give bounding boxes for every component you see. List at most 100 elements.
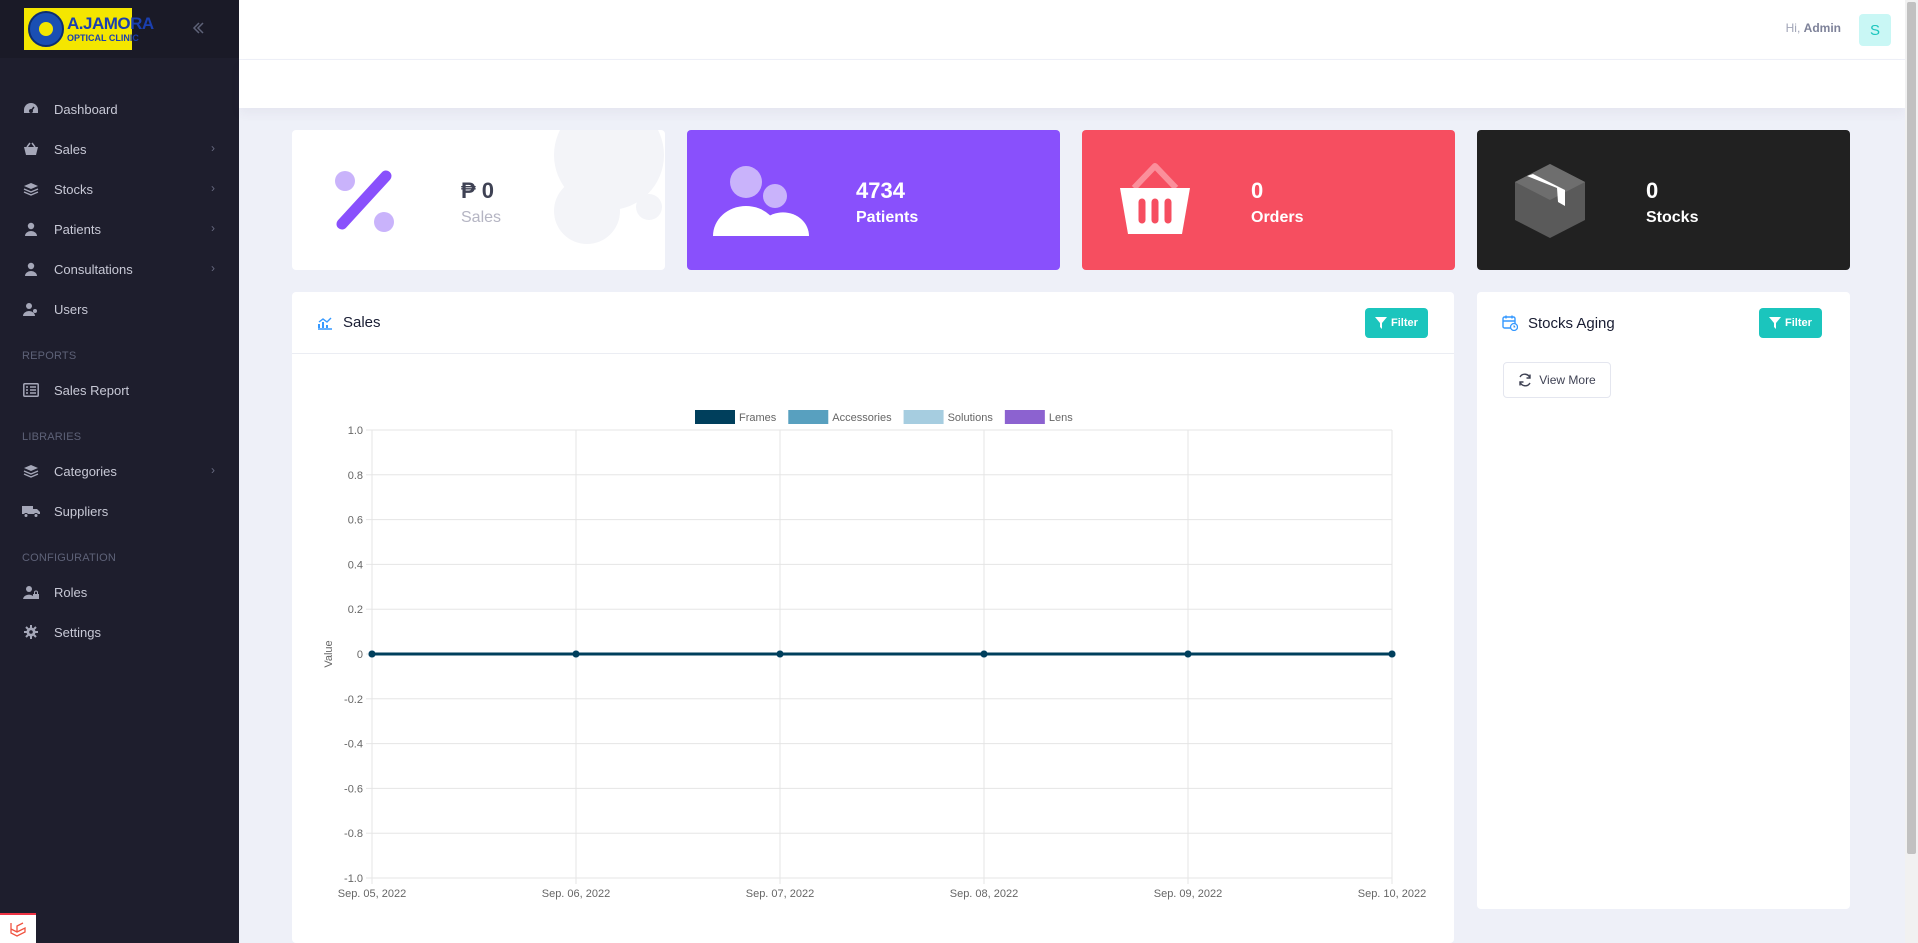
y-tick-label: 0.8 (348, 470, 363, 482)
user-icon (22, 221, 40, 237)
chevron-right-icon: › (211, 261, 215, 275)
legend-label: Frames (739, 412, 777, 424)
percent-icon (335, 170, 394, 232)
truck-icon (22, 503, 40, 519)
sidebar-item-label: Users (54, 301, 88, 317)
box-icon (1515, 164, 1585, 238)
user-greeting[interactable]: Hi, Admin (1786, 21, 1841, 35)
sidebar-item-label: Settings (54, 624, 101, 640)
sidebar: A.JAMORA OPTICAL CLINIC Dashboard Sales … (0, 0, 239, 943)
sidebar-item-label: Categories (54, 463, 117, 479)
logo-name: A.JAMORA (67, 14, 154, 33)
filter-icon (1375, 317, 1387, 329)
y-tick-label: -0.2 (344, 694, 363, 706)
sidebar-item-label: Dashboard (54, 101, 118, 117)
sidebar-item-stocks[interactable]: Stocks › (0, 169, 239, 209)
stocks-aging-title: Stocks Aging (1528, 314, 1615, 332)
stocks-aging-header: Stocks Aging Filter (1477, 292, 1850, 354)
user-icon (22, 261, 40, 277)
dashboard-icon (22, 101, 40, 117)
stat-card-orders: 0 Orders (1082, 130, 1455, 270)
sales-line-chart: Frames Accessories Solutions Lens 1.0 0.8 0.6 0… (323, 410, 1426, 900)
legend-swatch (788, 410, 829, 424)
stocks-aging-panel: Stocks Aging Filter View More (1477, 292, 1850, 909)
layers-icon (22, 463, 40, 479)
legend-label: Solutions (948, 412, 994, 424)
filter-icon (1769, 317, 1781, 329)
stat-label: Orders (1251, 209, 1304, 226)
stat-value: 4734 (856, 178, 905, 203)
basket-icon (22, 141, 40, 157)
clinic-logo[interactable]: A.JAMORA OPTICAL CLINIC (22, 6, 154, 52)
y-tick-label: -0.8 (344, 828, 363, 840)
y-tick-label: -0.4 (344, 739, 363, 751)
logo-emblem-icon (28, 11, 64, 47)
data-point-frames (572, 650, 580, 658)
y-tick-label: 0.6 (348, 515, 363, 527)
data-point-frames (776, 650, 784, 658)
gear-icon (22, 624, 40, 640)
stat-label: Stocks (1646, 209, 1699, 226)
sidebar-item-label: Consultations (54, 261, 133, 277)
users-icon (713, 166, 809, 236)
chevron-right-icon: › (211, 181, 215, 195)
view-more-button[interactable]: View More (1503, 362, 1611, 398)
stat-card-sales: ₱ 0 Sales (292, 130, 665, 270)
decorative-bubble (636, 194, 662, 220)
page-scrollbar[interactable] (1905, 0, 1918, 943)
data-point-frames (1184, 650, 1192, 658)
stat-label: Sales (461, 209, 502, 226)
sidebar-item-dashboard[interactable]: Dashboard (0, 89, 239, 129)
stat-value: 0 (1251, 178, 1264, 203)
scrollbar-thumb[interactable] (1907, 2, 1916, 854)
stat-value: ₱ 0 (461, 178, 495, 203)
x-tick-label: Sep. 07, 2022 (746, 888, 815, 900)
sidebar-item-users[interactable]: Users (0, 289, 239, 329)
x-tick-label: Sep. 09, 2022 (1154, 888, 1223, 900)
sidebar-item-patients[interactable]: Patients › (0, 209, 239, 249)
data-point-frames (1388, 650, 1396, 658)
data-point-frames (368, 650, 376, 658)
legend-swatch (1004, 410, 1045, 424)
avatar[interactable]: S (1859, 14, 1891, 46)
chevron-right-icon: › (211, 463, 215, 477)
y-tick-label: 0 (357, 649, 363, 661)
y-tick-label: -0.6 (344, 783, 363, 795)
user-lock-icon (22, 584, 40, 600)
top-header: Hi, Admin S (239, 0, 1905, 60)
sales-panel-header: Sales Filter (292, 292, 1454, 354)
section-heading-configuration: CONFIGURATION (22, 552, 117, 564)
sidebar-item-roles[interactable]: Roles (0, 572, 239, 612)
sales-panel: Sales Filter Frames Accessories Solutions L… (292, 292, 1454, 943)
chevron-right-icon: › (211, 221, 215, 235)
sidebar-item-label: Patients (54, 221, 101, 237)
sidebar-item-sales[interactable]: Sales › (0, 129, 239, 169)
sidebar-item-sales-report[interactable]: Sales Report (0, 370, 239, 410)
y-tick-label: 0.4 (348, 559, 363, 571)
stocks-filter-button[interactable]: Filter (1759, 308, 1822, 338)
sales-filter-button[interactable]: Filter (1365, 308, 1428, 338)
framework-logo-icon[interactable] (0, 913, 36, 943)
section-heading-reports: REPORTS (22, 350, 77, 362)
x-tick-label: Sep. 08, 2022 (950, 888, 1019, 900)
sidebar-item-suppliers[interactable]: Suppliers (0, 491, 239, 531)
stat-value: 0 (1646, 178, 1659, 203)
legend-swatch (903, 410, 944, 424)
subheader-bar (239, 60, 1905, 108)
logo-subtitle: OPTICAL CLINIC (67, 33, 139, 43)
view-more-label: View More (1539, 373, 1596, 387)
sidebar-item-categories[interactable]: Categories › (0, 451, 239, 491)
sidebar-item-label: Stocks (54, 181, 94, 197)
calendar-clock-icon (1502, 315, 1518, 331)
decorative-bubble (616, 150, 652, 186)
sidebar-item-settings[interactable]: Settings (0, 612, 239, 652)
sales-panel-title: Sales (343, 314, 381, 331)
collapse-sidebar-icon[interactable] (190, 20, 206, 41)
sidebar-item-consultations[interactable]: Consultations › (0, 249, 239, 289)
chart-line-icon (318, 317, 332, 330)
sidebar-item-label: Roles (54, 584, 88, 600)
sidebar-menu: Dashboard Sales › Stocks › Patients › Co… (0, 58, 239, 652)
data-point-frames (980, 650, 988, 658)
section-heading-libraries: LIBRARIES (22, 431, 82, 443)
stat-label: Patients (856, 209, 919, 226)
